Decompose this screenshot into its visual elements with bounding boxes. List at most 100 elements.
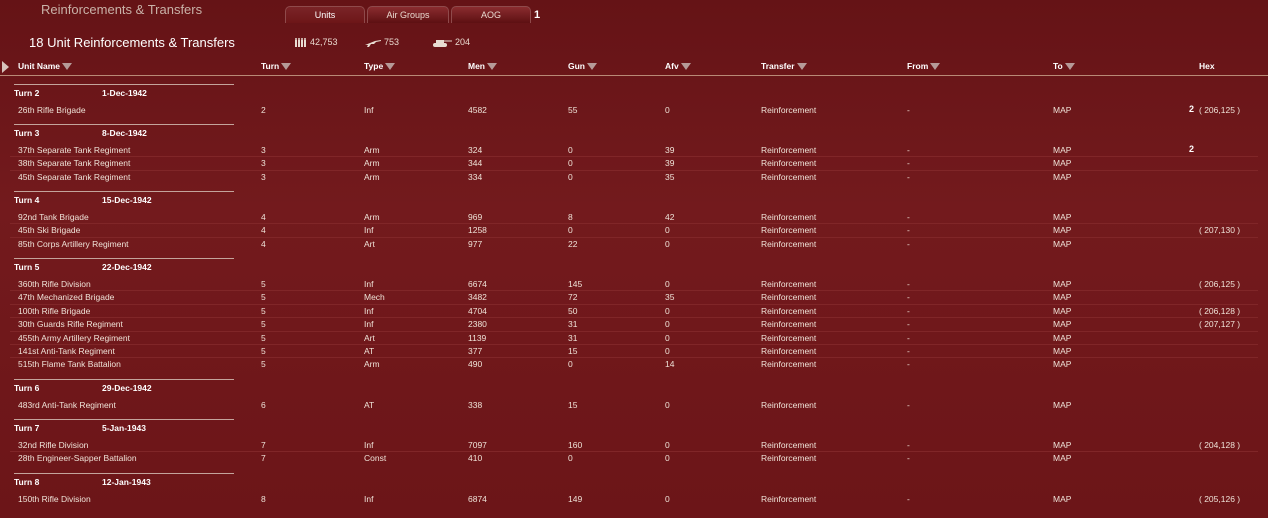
col-turn[interactable]: Turn (261, 61, 292, 71)
table-row[interactable]: 515th Flame Tank Battalion 5 Arm 490 0 14 Rein… (0, 357, 1260, 371)
group-date-label: 5-Jan-1943 (102, 423, 146, 433)
unit-name-cell: 85th Corps Artillery Regiment (18, 238, 129, 249)
afv-cell: 35 (665, 292, 675, 303)
group-divider (14, 84, 234, 85)
filter-icon[interactable] (796, 63, 807, 71)
turn-group-header: Turn 7 5-Jan-1943 (14, 419, 234, 437)
hex-cell[interactable]: ( 207,130 ) (1199, 225, 1240, 235)
col-turn-label: Turn (261, 61, 280, 71)
filter-icon[interactable] (281, 63, 292, 71)
from-cell: - (907, 453, 910, 464)
col-from[interactable]: From (907, 61, 941, 71)
col-type[interactable]: Type (364, 61, 396, 71)
men-cell: 334 (468, 171, 483, 182)
table-row[interactable]: 30th Guards Rifle Regiment 5 Inf 2380 31 0 Rei… (0, 317, 1260, 331)
to-cell: MAP (1053, 400, 1072, 410)
col-transfer-label: Transfer (761, 61, 795, 71)
turn-cell: 2 (261, 105, 266, 115)
hex-marker-icon[interactable]: 2 (1189, 104, 1197, 114)
gun-cell: 50 (568, 305, 578, 316)
col-gun[interactable]: Gun (568, 61, 597, 71)
col-men[interactable]: Men (468, 61, 497, 71)
tab-aog[interactable]: AOG (451, 6, 531, 23)
type-cell: AT (364, 346, 375, 356)
table-row[interactable]: 47th Mechanized Brigade 5 Mech 3482 72 35 Rein… (0, 290, 1260, 304)
hex-cell[interactable]: ( 206,125 ) (1199, 279, 1240, 289)
turn-cell: 3 (261, 145, 266, 155)
from-cell: - (907, 400, 910, 410)
turn-cell: 4 (261, 212, 266, 222)
type-cell: Inf (364, 225, 374, 236)
table-row[interactable]: 45th Ski Brigade 4 Inf 1258 0 0 Reinforcement -… (0, 223, 1260, 237)
men-icon (295, 38, 306, 48)
col-transfer[interactable]: Transfer (761, 61, 807, 71)
table-row[interactable]: 85th Corps Artillery Regiment 4 Art 977 22 0 R… (0, 236, 1260, 251)
turn-group-header: Turn 4 15-Dec-1942 (14, 191, 234, 209)
men-cell: 4704 (468, 305, 487, 316)
table-row[interactable]: 37th Separate Tank Regiment 3 Arm 324 0 39 Rei… (0, 144, 1260, 157)
filter-icon[interactable] (385, 63, 396, 71)
transfer-cell: Reinforcement (761, 171, 817, 182)
to-cell: MAP (1053, 238, 1072, 249)
group-turn-label: Turn 8 (14, 477, 40, 487)
unit-name-cell: 26th Rifle Brigade (18, 105, 86, 115)
tab-units[interactable]: Units (285, 6, 365, 23)
gun-cell: 145 (568, 279, 583, 289)
table-row[interactable]: 28th Engineer-Sapper Battalion 7 Const 410 0… (0, 451, 1260, 465)
hex-marker-icon[interactable]: 2 (1189, 144, 1197, 154)
hex-cell[interactable]: ( 204,128 ) (1199, 440, 1240, 450)
hex-cell[interactable]: ( 205,126 ) (1199, 494, 1240, 504)
col-afv[interactable]: Afv (665, 61, 691, 71)
col-to[interactable]: To (1053, 61, 1075, 71)
table-row[interactable]: 150th Rifle Division 8 Inf 6874 149 0 Reinforc… (0, 493, 1260, 506)
table-row[interactable]: 360th Rifle Division 5 Inf 6674 145 0 Reinforc… (0, 278, 1260, 291)
table-row[interactable]: 38th Separate Tank Regiment 3 Arm 344 0 39 Rei… (0, 156, 1260, 170)
table-row[interactable]: 141st Anti-Tank Regiment 5 AT 377 15 0 Reinfor… (0, 344, 1260, 358)
table-row[interactable]: 455th Army Artillery Regiment 5 Art 1139 31 0… (0, 330, 1260, 345)
men-cell: 7097 (468, 440, 487, 450)
turn-cell: 6 (261, 400, 266, 410)
table-row[interactable]: 32nd Rifle Division 7 Inf 7097 160 0 Reinforce… (0, 439, 1260, 452)
afv-cell: 0 (665, 494, 670, 504)
table-row[interactable]: 100th Rifle Brigade 5 Inf 4704 50 0 Reinforcem… (0, 303, 1260, 318)
table-row[interactable]: 26th Rifle Brigade 2 Inf 4582 55 0 Reinforceme… (0, 104, 1260, 117)
transfer-cell: Reinforcement (761, 145, 817, 155)
type-cell: Inf (364, 494, 374, 504)
filter-icon[interactable] (487, 63, 497, 71)
group-turn-label: Turn 2 (14, 88, 40, 98)
filter-icon[interactable] (587, 63, 597, 71)
to-cell: MAP (1053, 279, 1072, 289)
group-turn-label: Turn 7 (14, 423, 40, 433)
from-cell: - (907, 292, 910, 303)
turn-cell: 3 (261, 158, 266, 169)
filter-icon[interactable] (1064, 63, 1075, 71)
table-row[interactable]: 45th Separate Tank Regiment 3 Arm 334 0 35 Rei… (0, 169, 1260, 184)
men-cell: 410 (468, 453, 483, 464)
col-unit-name[interactable]: Unit Name (18, 61, 73, 71)
transfer-cell: Reinforcement (761, 359, 817, 370)
type-cell: Arm (364, 212, 380, 222)
hex-cell[interactable]: ( 207,127 ) (1199, 319, 1240, 329)
filter-icon[interactable] (62, 63, 73, 71)
from-cell: - (907, 359, 910, 370)
table-row[interactable]: 92nd Tank Brigade 4 Arm 969 8 42 Reinforcement… (0, 211, 1260, 224)
hex-cell[interactable]: ( 206,128 ) (1199, 306, 1240, 316)
tab-air-groups[interactable]: Air Groups (367, 6, 449, 23)
to-cell: MAP (1053, 494, 1072, 504)
hex-cell[interactable]: ( 206,125 ) (1199, 105, 1240, 115)
group-turn-label: Turn 3 (14, 128, 40, 138)
group-turn-label: Turn 4 (14, 195, 40, 205)
men-cell: 4582 (468, 105, 487, 115)
afv-cell: 0 (665, 332, 670, 343)
turn-group-header: Turn 6 29-Dec-1942 (14, 379, 234, 397)
col-hex[interactable]: Hex (1199, 61, 1215, 71)
transfer-cell: Reinforcement (761, 305, 817, 316)
to-cell: MAP (1053, 359, 1072, 370)
table-row[interactable]: 483rd Anti-Tank Regiment 6 AT 338 15 0 Reinfor… (0, 399, 1260, 412)
unit-name-cell: 38th Separate Tank Regiment (18, 158, 131, 169)
filter-icon[interactable] (930, 63, 941, 71)
gun-cell: 0 (568, 225, 573, 236)
type-cell: Mech (364, 292, 385, 303)
filter-icon[interactable] (680, 63, 691, 71)
window-title: Reinforcements & Transfers (41, 2, 203, 17)
